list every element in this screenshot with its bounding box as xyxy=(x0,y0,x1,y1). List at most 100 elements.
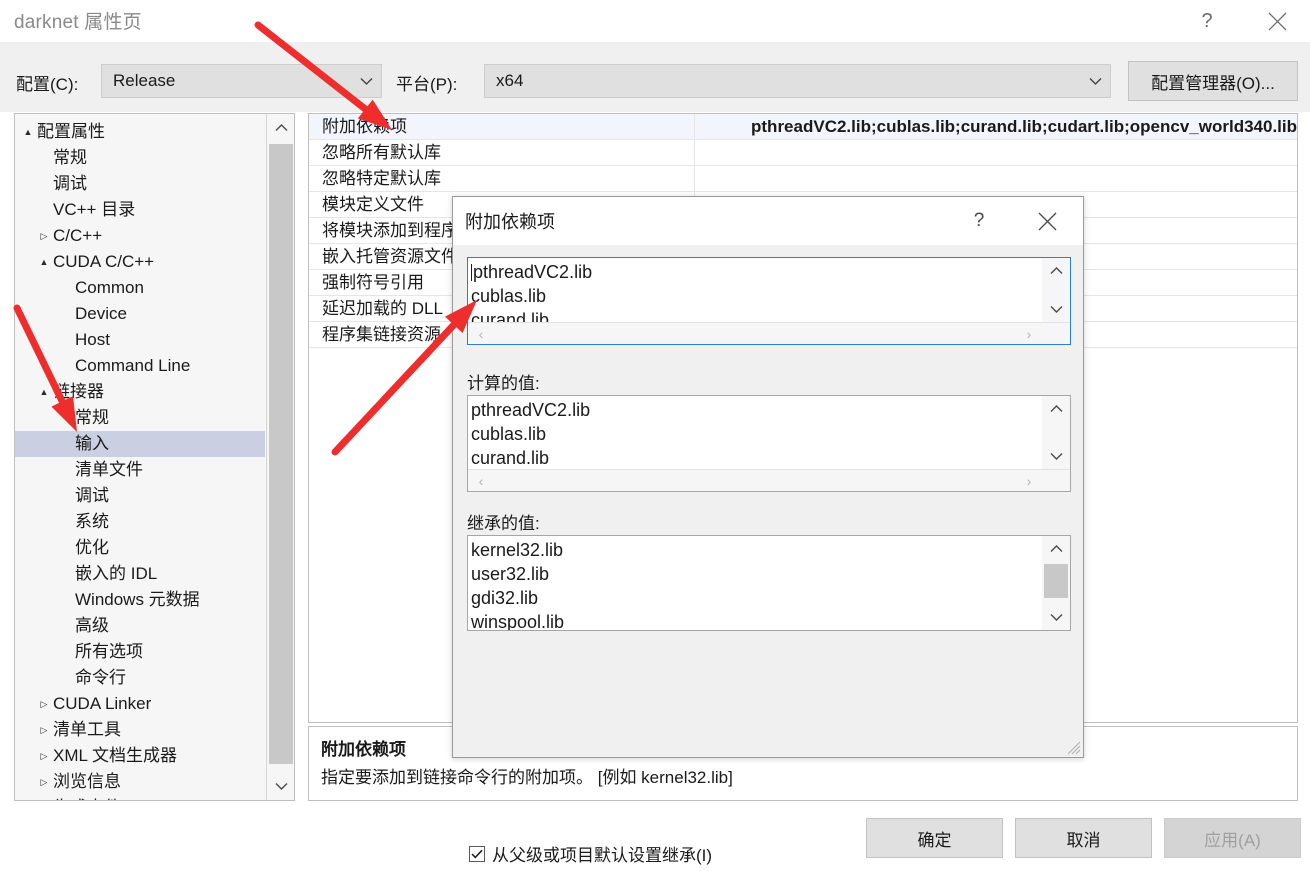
tree-scrollbar[interactable] xyxy=(266,114,294,800)
configuration-manager-button[interactable]: 配置管理器(O)... xyxy=(1128,61,1298,101)
expanded-arrow-icon[interactable]: ▲ xyxy=(21,119,35,145)
inherit-checkbox-row[interactable]: 从父级或项目默认设置继承(I) xyxy=(469,841,712,866)
tree-item-18[interactable]: Windows 元数据 xyxy=(15,587,265,613)
tree-item-26[interactable]: ▷生成事件 xyxy=(15,795,265,800)
computed-vertical-scrollbar[interactable] xyxy=(1042,396,1070,469)
tree-item-8[interactable]: Host xyxy=(15,327,265,353)
property-value[interactable] xyxy=(695,166,1297,191)
edit-vertical-scrollbar[interactable] xyxy=(1042,258,1070,322)
property-row[interactable]: 忽略特定默认库 xyxy=(309,166,1297,192)
tree-item-label: 系统 xyxy=(75,512,109,531)
collapsed-arrow-icon[interactable]: ▷ xyxy=(37,795,51,800)
tree-item-12[interactable]: 输入 xyxy=(15,431,265,457)
tree-item-16[interactable]: 优化 xyxy=(15,535,265,561)
settings-tree: ▲ 配置属性 常规 调试 VC++ 目录 ▷ C/C++ ▲ CUDA C/C++ Common D… xyxy=(15,114,265,800)
tree-item-label: 调试 xyxy=(75,486,109,505)
platform-dropdown[interactable]: x64 xyxy=(484,64,1111,98)
scroll-left-icon[interactable]: ‹ xyxy=(468,323,494,344)
configuration-dropdown[interactable]: Release xyxy=(101,64,382,98)
tree-item-17[interactable]: 嵌入的 IDL xyxy=(15,561,265,587)
tree-item-21[interactable]: 命令行 xyxy=(15,665,265,691)
dialog-help-icon[interactable]: ? xyxy=(957,197,1001,245)
dependencies-edit-box[interactable]: pthreadVC2.lib cublas.lib curand.lib ‹ › xyxy=(467,257,1071,345)
tree-item-10[interactable]: ▲ 链接器 xyxy=(15,379,265,405)
scroll-up-icon[interactable] xyxy=(1042,258,1070,284)
tree-item-2[interactable]: 调试 xyxy=(15,171,265,197)
description-body: 指定要添加到链接命令行的附加项。 [例如 kernel32.lib] xyxy=(321,768,733,787)
scroll-down-icon[interactable] xyxy=(1042,296,1070,322)
property-value[interactable] xyxy=(695,140,1297,165)
tree-item-label: 清单文件 xyxy=(75,460,143,479)
scroll-right-icon[interactable]: › xyxy=(1016,323,1042,344)
tree-item-3[interactable]: VC++ 目录 xyxy=(15,197,265,223)
tree-item-22[interactable]: ▷ CUDA Linker xyxy=(15,691,265,717)
scroll-down-icon[interactable] xyxy=(1042,604,1070,630)
tree-item-label: VC++ 目录 xyxy=(53,200,136,219)
property-pages-window: darknet 属性页 ? 配置(C): Release 平台(P): x64 … xyxy=(0,0,1310,871)
scroll-up-icon[interactable] xyxy=(1042,396,1070,422)
computed-horizontal-scrollbar[interactable]: ‹ › xyxy=(468,469,1070,491)
property-value[interactable]: pthreadVC2.lib;cublas.lib;curand.lib;cud… xyxy=(695,114,1297,139)
collapsed-arrow-icon[interactable]: ▷ xyxy=(37,769,51,795)
tree-item-label: 所有选项 xyxy=(75,642,143,661)
tree-item-5[interactable]: ▲ CUDA C/C++ xyxy=(15,249,265,275)
list-item: winspool.lib xyxy=(471,612,565,630)
expanded-arrow-icon[interactable]: ▲ xyxy=(37,249,51,275)
tree-item-25[interactable]: ▷ 浏览信息 xyxy=(15,769,265,795)
tree-item-label: 浏览信息 xyxy=(53,772,121,791)
tree-item-11[interactable]: 常规 xyxy=(15,405,265,431)
scroll-down-icon[interactable] xyxy=(267,772,294,800)
tree-item-1[interactable]: 常规 xyxy=(15,145,265,171)
collapsed-arrow-icon[interactable]: ▷ xyxy=(37,223,51,249)
scrollbar-thumb[interactable] xyxy=(269,144,293,764)
list-item: curand.lib xyxy=(471,448,550,468)
tree-item-24[interactable]: ▷ XML 文档生成器 xyxy=(15,743,265,769)
inherited-value-label: 继承的值: xyxy=(467,514,540,533)
property-row[interactable]: 附加依赖项 pthreadVC2.lib;cublas.lib;curand.li… xyxy=(309,114,1297,140)
checkbox-checked-icon[interactable] xyxy=(469,845,485,862)
dialog-close-icon[interactable] xyxy=(1025,197,1069,245)
scroll-right-icon[interactable]: › xyxy=(1016,470,1042,491)
tree-item-20[interactable]: 所有选项 xyxy=(15,639,265,665)
tree-item-0[interactable]: ▲ 配置属性 xyxy=(15,119,265,145)
expanded-arrow-icon[interactable]: ▲ xyxy=(37,379,51,405)
tree-item-23[interactable]: ▷ 清单工具 xyxy=(15,717,265,743)
tree-item-6[interactable]: Common xyxy=(15,275,265,301)
cancel-button[interactable]: 取消 xyxy=(1015,818,1152,858)
dialog-title: 附加依赖项 xyxy=(465,212,555,232)
scroll-up-icon[interactable] xyxy=(267,114,294,142)
tree-item-7[interactable]: Device xyxy=(15,301,265,327)
ok-button[interactable]: 确定 xyxy=(866,818,1003,858)
property-row[interactable]: 忽略所有默认库 xyxy=(309,140,1297,166)
tree-item-19[interactable]: 高级 xyxy=(15,613,265,639)
tree-item-label: 高级 xyxy=(75,616,109,635)
tree-item-4[interactable]: ▷ C/C++ xyxy=(15,223,265,249)
scroll-down-icon[interactable] xyxy=(1042,443,1070,469)
collapsed-arrow-icon[interactable]: ▷ xyxy=(37,691,51,717)
scroll-up-icon[interactable] xyxy=(1042,536,1070,562)
tree-item-14[interactable]: 调试 xyxy=(15,483,265,509)
tree-item-15[interactable]: 系统 xyxy=(15,509,265,535)
inherited-value-box: kernel32.lib user32.lib gdi32.lib winspool.… xyxy=(467,535,1071,631)
scrollbar-thumb[interactable] xyxy=(1044,564,1068,598)
scroll-left-icon[interactable]: ‹ xyxy=(468,470,494,491)
list-item: cublas.lib xyxy=(471,424,547,444)
tree-item-13[interactable]: 清单文件 xyxy=(15,457,265,483)
collapsed-arrow-icon[interactable]: ▷ xyxy=(37,743,51,769)
resize-grip-icon[interactable] xyxy=(1067,741,1081,755)
inherited-vertical-scrollbar[interactable] xyxy=(1042,536,1070,630)
window-title: darknet 属性页 xyxy=(14,12,142,33)
tree-item-label: 嵌入的 IDL xyxy=(75,564,158,583)
collapsed-arrow-icon[interactable]: ▷ xyxy=(37,717,51,743)
chevron-down-icon xyxy=(1080,77,1110,86)
platform-label: 平台(P): xyxy=(396,75,458,94)
dependencies-edit-lines[interactable]: pthreadVC2.lib cublas.lib curand.lib xyxy=(468,258,1042,322)
edit-horizontal-scrollbar[interactable]: ‹ › xyxy=(468,322,1070,344)
tree-item-9[interactable]: Command Line xyxy=(15,353,265,379)
close-icon[interactable] xyxy=(1254,0,1300,42)
tree-item-label: Windows 元数据 xyxy=(75,590,200,609)
inherit-checkbox-label: 从父级或项目默认设置继承(I) xyxy=(492,846,713,865)
tree-item-label: 输入 xyxy=(75,434,109,453)
help-icon[interactable]: ? xyxy=(1184,0,1230,42)
tree-item-label: Host xyxy=(75,330,110,349)
